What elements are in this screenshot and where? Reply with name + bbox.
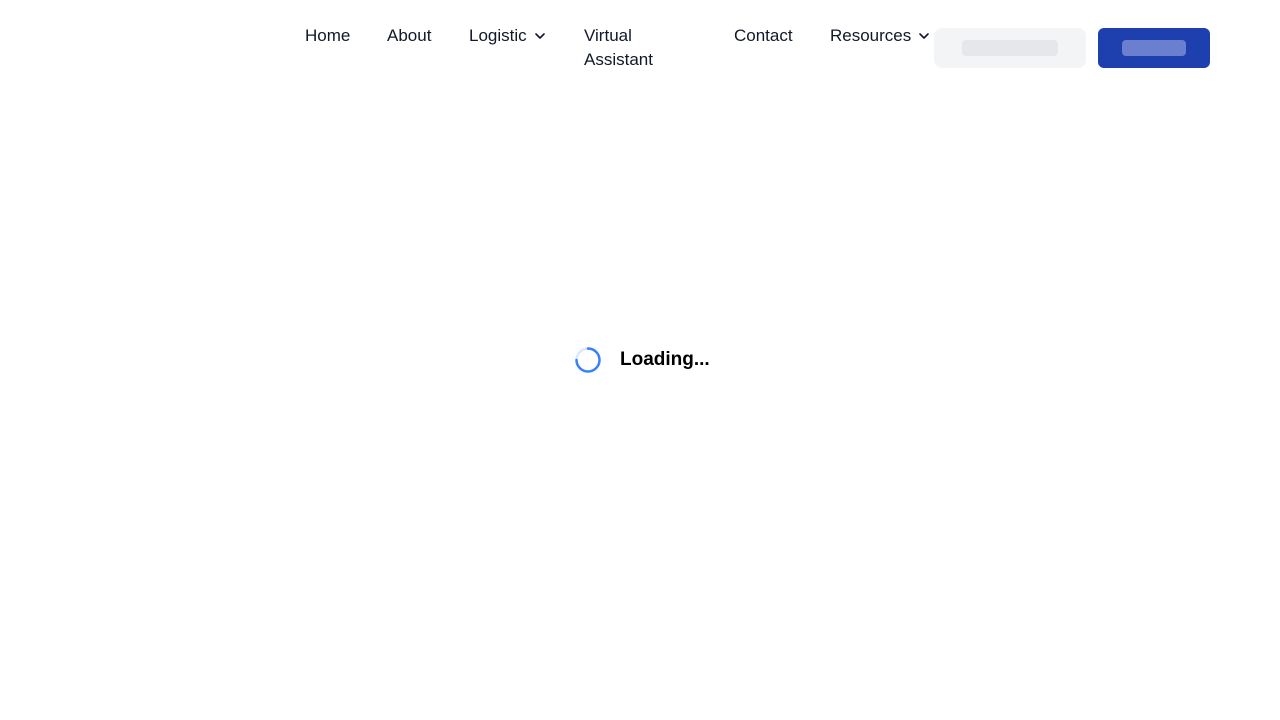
nav-item-logistic[interactable]: Logistic (469, 24, 549, 48)
skeleton-label-placeholder (1122, 40, 1186, 56)
nav-item-about[interactable]: About (387, 24, 431, 48)
nav-item-label: Contact (734, 26, 793, 45)
nav-item-label: Virtual Assistant (584, 26, 653, 69)
skeleton-label-placeholder (962, 40, 1058, 56)
nav-item-label: Home (305, 26, 351, 45)
chevron-down-icon (917, 24, 933, 48)
spinner-icon (575, 347, 601, 373)
secondary-button-skeleton[interactable] (934, 28, 1086, 68)
primary-button-skeleton[interactable] (1098, 28, 1210, 68)
chevron-down-icon (533, 24, 549, 48)
loading-text: Loading... (620, 349, 710, 370)
nav-item-home[interactable]: Home (305, 24, 350, 48)
nav-item-label: About (387, 26, 432, 45)
nav-item-label: Logistic (469, 26, 527, 45)
nav-item-contact[interactable]: Contact (734, 24, 793, 48)
nav-item-label: Resources (830, 26, 912, 45)
loading-indicator: Loading... (574, 344, 710, 376)
page: Home About Logistic Virtual Assistant Co… (0, 0, 1280, 720)
nav-item-resources[interactable]: Resources (830, 24, 933, 48)
nav-item-virtual-assistant[interactable]: Virtual Assistant (584, 24, 694, 72)
